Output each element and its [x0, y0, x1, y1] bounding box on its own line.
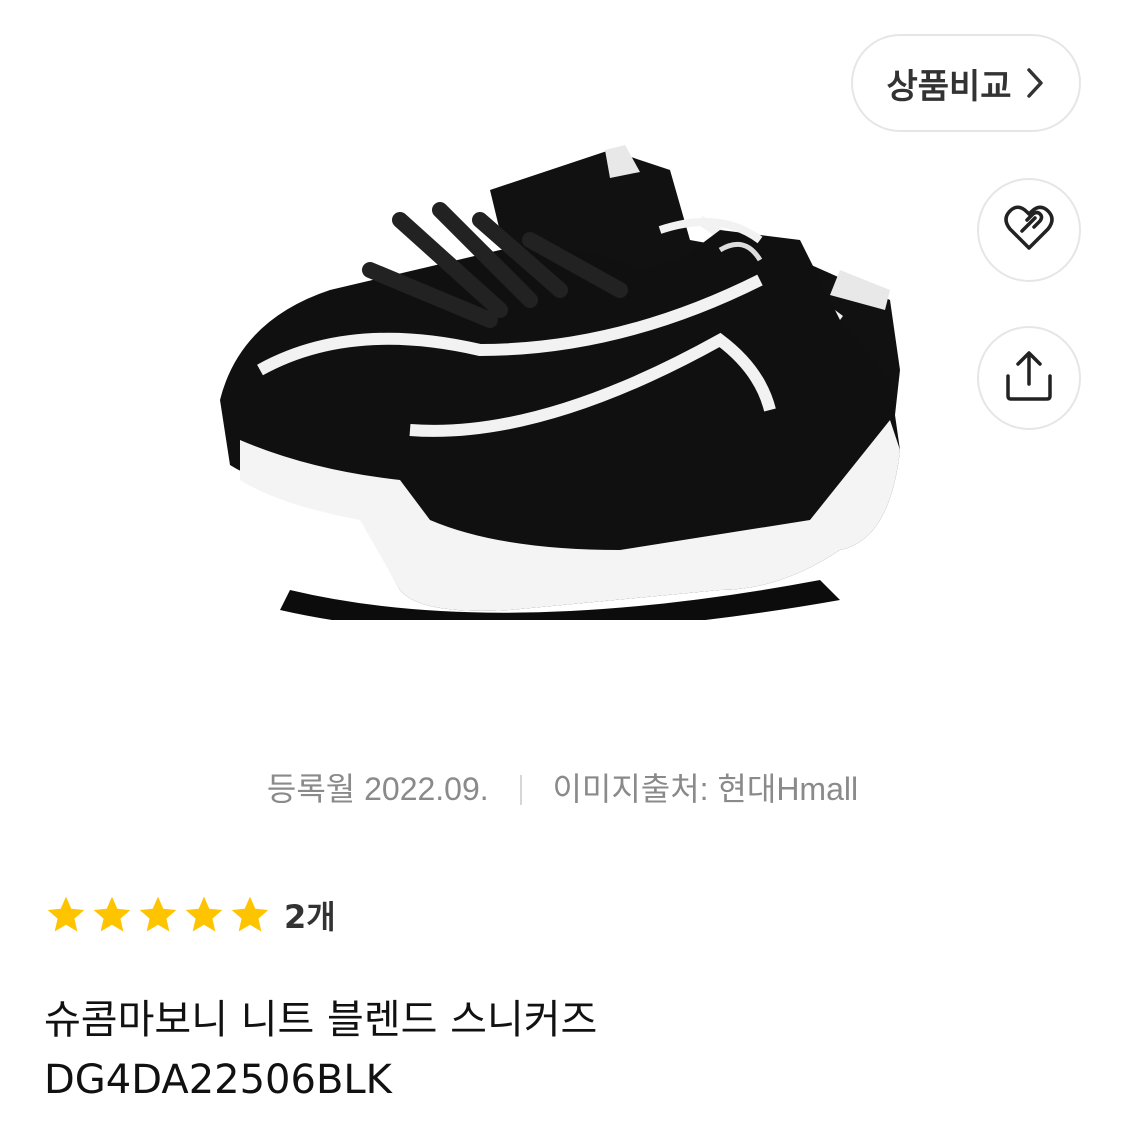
star-icon	[231, 896, 269, 932]
sneaker-front	[220, 202, 900, 620]
registered-date: 등록월 2022.09.	[266, 771, 489, 807]
star-icon	[47, 896, 85, 932]
sneaker-illustration	[220, 145, 900, 620]
product-title: 슈콤마보니 니트 블렌드 스니커즈 DG4DA22506BLK	[44, 990, 1084, 1110]
product-meta: 등록월 2022.09. 이미지출처: 현대Hmall	[0, 764, 1125, 810]
rating[interactable]: 2개	[44, 892, 336, 938]
heart-link-icon	[1003, 204, 1055, 256]
compare-button[interactable]: 상품비교	[851, 34, 1081, 132]
divider	[519, 775, 522, 805]
share-button[interactable]	[977, 326, 1081, 430]
image-source: 이미지출처: 현대Hmall	[552, 771, 859, 807]
compare-label: 상품비교	[886, 66, 1012, 107]
share-icon	[1004, 350, 1054, 406]
star-icon	[185, 896, 223, 932]
product-name: 슈콤마보니 니트 블렌드 스니커즈	[44, 997, 598, 1043]
star-icon	[139, 896, 177, 932]
review-count[interactable]: 2개	[284, 892, 336, 938]
product-model-code: DG4DA22506BLK	[44, 1057, 392, 1103]
chevron-right-icon	[1024, 66, 1046, 100]
wishlist-button[interactable]	[977, 178, 1081, 282]
star-icon	[93, 896, 131, 932]
rating-stars	[44, 893, 272, 937]
